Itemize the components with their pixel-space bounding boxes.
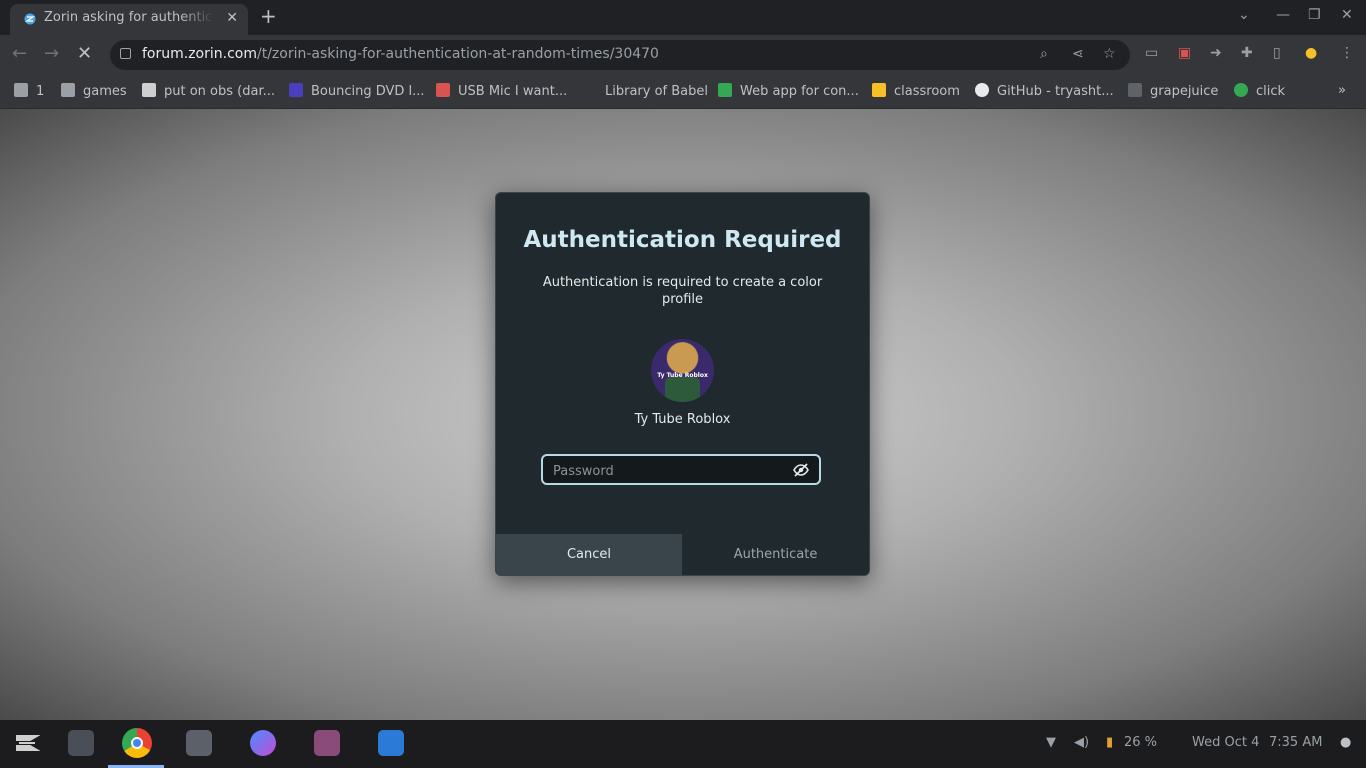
password-input[interactable] bbox=[551, 460, 785, 482]
lock-icon bbox=[120, 48, 131, 59]
more-bookmarks-icon[interactable]: » bbox=[1338, 83, 1346, 98]
dvd-icon bbox=[289, 83, 303, 97]
notification-dot-icon[interactable]: ● bbox=[1340, 735, 1351, 750]
browser-tab[interactable]: Zorin asking for authentication at rando… bbox=[10, 4, 248, 35]
url-text[interactable]: forum.zorin.com/t/zorin-asking-for-authe… bbox=[142, 46, 659, 62]
tab-close-icon[interactable]: ✕ bbox=[226, 10, 238, 26]
github-icon bbox=[975, 83, 989, 97]
chrome-icon[interactable] bbox=[122, 728, 152, 758]
hide-password-eye-icon[interactable] bbox=[793, 463, 809, 477]
bookmark-library-of-babel[interactable]: Library of Babel bbox=[583, 83, 708, 99]
software-store-icon[interactable] bbox=[378, 730, 404, 756]
password-field-wrapper bbox=[541, 454, 821, 485]
taskbar: ▼ ◀) ▮ 26 % Wed Oct 4 7:35 AM ● bbox=[0, 720, 1366, 768]
tab-search-icon[interactable]: ⌄ bbox=[1238, 7, 1250, 23]
browser-toolbar: ← → ✕ forum.zorin.com/t/zorin-asking-for… bbox=[0, 35, 1366, 75]
zorin-menu-icon[interactable] bbox=[14, 730, 40, 756]
blank-page-icon bbox=[583, 83, 597, 97]
profile-avatar-icon[interactable]: ● bbox=[1305, 45, 1317, 61]
folder-icon bbox=[61, 83, 75, 97]
bookmark-classroom[interactable]: classroom bbox=[872, 83, 960, 99]
share-icon[interactable]: ⋖ bbox=[1072, 46, 1084, 62]
stop-loading-icon[interactable]: ✕ bbox=[77, 43, 92, 64]
tab-strip: Zorin asking for authentication at rando… bbox=[0, 0, 1366, 35]
dialog-button-row: Cancel Authenticate bbox=[496, 534, 869, 575]
back-arrow-icon[interactable]: ← bbox=[12, 43, 27, 64]
bookmark-put-on-obs[interactable]: put on obs (dar... bbox=[142, 83, 275, 99]
chrome-center bbox=[131, 737, 143, 749]
extensions-puzzle-icon[interactable]: ✚ bbox=[1241, 45, 1253, 61]
bookmark-usb-mic[interactable]: USB Mic I want... bbox=[436, 83, 567, 99]
time-label[interactable]: 7:35 AM bbox=[1269, 735, 1322, 750]
click-icon bbox=[1234, 83, 1248, 97]
bookmark-bouncing-dvd[interactable]: Bouncing DVD l... bbox=[289, 83, 425, 99]
username-label: Ty Tube Roblox bbox=[634, 412, 731, 427]
user-avatar: Ty Tube Roblox bbox=[651, 339, 714, 402]
bookmark-github[interactable]: GitHub - tryasht... bbox=[975, 83, 1114, 99]
shop-icon bbox=[436, 83, 450, 97]
authenticate-button[interactable]: Authenticate bbox=[682, 534, 869, 575]
bookmark-click[interactable]: click bbox=[1234, 83, 1285, 99]
workspaces-icon[interactable] bbox=[68, 730, 94, 756]
cancel-button[interactable]: Cancel bbox=[496, 534, 682, 575]
bookmark-folder-games[interactable]: games bbox=[61, 83, 127, 99]
avatar-figure bbox=[665, 377, 700, 402]
auth-dialog: Authentication Required Authentication i… bbox=[495, 192, 870, 576]
wifi-icon[interactable]: ▼ bbox=[1046, 735, 1056, 750]
volume-icon[interactable]: ◀) bbox=[1074, 735, 1089, 750]
maximize-icon[interactable]: ❐ bbox=[1308, 7, 1321, 23]
extension-off-icon[interactable]: ▣ bbox=[1178, 45, 1191, 61]
tab-title: Zorin asking for authentication at rando… bbox=[44, 10, 214, 25]
dialog-message: Authentication is required to create a c… bbox=[542, 275, 823, 307]
classroom-icon bbox=[872, 83, 886, 97]
menu-kebab-icon[interactable]: ⋮ bbox=[1340, 45, 1354, 61]
forward-arrow-icon[interactable]: → bbox=[44, 43, 59, 64]
bookmarks-bar: 1 games put on obs (dar... Bouncing DVD … bbox=[0, 75, 1366, 109]
sheets-icon bbox=[718, 83, 732, 97]
new-tab-icon[interactable]: + bbox=[260, 6, 277, 26]
battery-percent[interactable]: 26 % bbox=[1124, 735, 1157, 750]
zorin-favicon-icon bbox=[24, 13, 36, 25]
side-panel-icon[interactable]: ▯ bbox=[1273, 45, 1281, 61]
bookmark-folder-1[interactable]: 1 bbox=[14, 83, 44, 99]
bookmark-star-icon[interactable]: ☆ bbox=[1103, 46, 1116, 62]
zoom-search-icon[interactable]: ⌕ bbox=[1040, 46, 1048, 62]
video-icon[interactable] bbox=[314, 730, 340, 756]
files-icon[interactable] bbox=[186, 730, 212, 756]
grapejuice-icon bbox=[1128, 83, 1142, 97]
cast-icon[interactable]: ▭ bbox=[1145, 45, 1158, 61]
dialog-title: Authentication Required bbox=[523, 227, 842, 253]
bookmark-web-app[interactable]: Web app for con... bbox=[718, 83, 859, 99]
battery-icon[interactable]: ▮ bbox=[1106, 735, 1113, 750]
folder-icon bbox=[14, 83, 28, 97]
extension-arrow-icon[interactable]: ➜ bbox=[1210, 45, 1222, 61]
bookmark-grapejuice[interactable]: grapejuice bbox=[1128, 83, 1218, 99]
close-window-icon[interactable]: ✕ bbox=[1341, 7, 1353, 23]
address-bar[interactable]: forum.zorin.com/t/zorin-asking-for-authe… bbox=[110, 40, 1130, 70]
messenger-icon[interactable] bbox=[250, 730, 276, 756]
avatar-caption: Ty Tube Roblox bbox=[657, 372, 708, 379]
minimize-icon[interactable]: — bbox=[1276, 7, 1290, 23]
date-label[interactable]: Wed Oct 4 bbox=[1192, 735, 1259, 750]
doc-icon bbox=[142, 83, 156, 97]
